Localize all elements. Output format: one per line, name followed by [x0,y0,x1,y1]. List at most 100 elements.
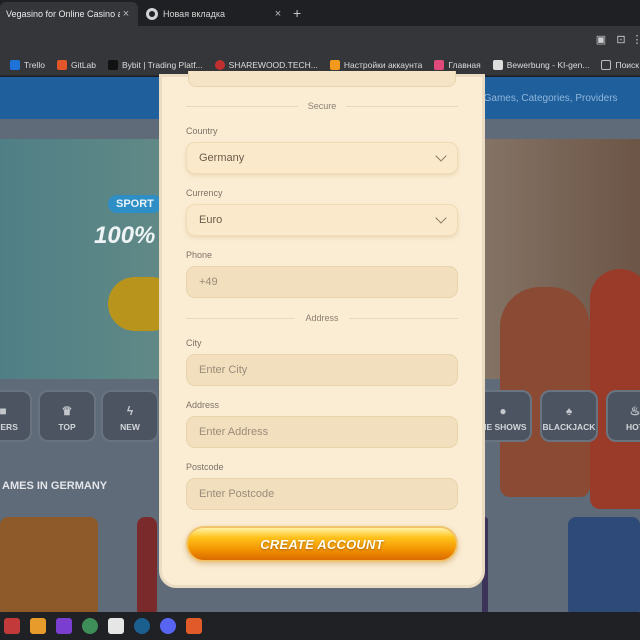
bewerbung-icon [492,59,503,70]
address-divider: Address [186,312,458,324]
phone-value: +49 [199,276,218,288]
category-label: NEW [120,422,140,432]
city-label: City [186,338,202,348]
category-label: ME SHOWS [479,422,527,432]
divider-label: Secure [307,101,337,111]
postcode-placeholder: Enter Postcode [199,488,275,500]
browser-tab-strip: Vegasino for Online Casino and × Новая в… [0,0,640,26]
hero-man-image [590,269,640,509]
menu-icon[interactable]: ⋮ [630,33,640,47]
hero-badge: SPORT [108,195,162,213]
translate-icon[interactable]: ▣ [594,33,608,47]
category-tile[interactable]: ♠ BLACKJACK [540,390,598,442]
registration-modal: Secure Country Germany Currency Euro Pho… [162,71,482,585]
folder-icon [601,59,612,70]
currency-select[interactable]: Euro [186,204,458,236]
phone-label: Phone [186,250,213,260]
bookmark-label: Поиск работы [615,59,640,70]
bookmark-label: Trello [24,59,45,70]
city-placeholder: Enter City [199,364,248,376]
tab-vegasino[interactable]: Vegasino for Online Casino and × [0,2,138,26]
bookmark-bybit[interactable]: Bybit | Trading Platf... [108,59,203,70]
sharewood-icon [214,59,225,70]
lightning-icon: ϟ [126,404,134,418]
previous-field[interactable] [188,71,456,87]
category-icon: ■ [0,404,7,418]
steam-icon[interactable] [134,618,150,634]
crown-icon: ♛ [61,404,73,418]
address-label: Address [186,400,220,410]
phone-input[interactable]: +49 [186,266,458,298]
discord-icon[interactable] [160,618,176,634]
category-label: BLACKJACK [542,422,596,432]
jetbrains-icon[interactable] [56,618,72,634]
category-label: NDERS [0,422,18,432]
app-icon[interactable] [4,618,20,634]
address-input[interactable]: Enter Address [186,416,458,448]
currency-label: Currency [186,188,223,198]
category-tile[interactable]: ϟ NEW [101,390,159,442]
category-tile[interactable]: ♛ TOP [38,390,96,442]
country-select[interactable]: Germany [186,142,458,174]
bookmark-label: GitLab [70,59,96,70]
account-icon [329,59,340,70]
secure-divider: Secure [186,100,458,112]
category-label: HOT [626,422,640,432]
gitlab-icon [56,59,67,70]
postcode-input[interactable]: Enter Postcode [186,478,458,510]
site-search[interactable]: ⌕ Games, Categories, Providers [472,87,632,109]
game-tile[interactable] [568,517,640,612]
currency-value: Euro [199,214,223,226]
chrome-icon[interactable] [82,618,98,634]
chevron-down-icon [435,150,447,162]
category-label: TOP [58,422,76,432]
bookmark-label: Главная [448,59,481,70]
hero-bonus-text: 100% [94,222,156,249]
country-label: Country [186,126,218,136]
bybit-icon [108,59,118,70]
chrome-icon [146,8,158,20]
screen-cast-icon[interactable]: ⊡ [614,33,628,47]
spade-icon: ♠ [565,404,573,418]
address-bar-row: ▣ ⊡ ⋮ [0,26,640,54]
category-tile[interactable]: ■ NDERS [0,390,32,442]
game-tile[interactable] [482,517,488,612]
address-placeholder: Enter Address [199,426,269,438]
tab-title: Новая вкладка [163,9,226,19]
bookmark-home[interactable]: Главная [434,59,481,70]
category-tile[interactable]: ● ME SHOWS [474,390,532,442]
bookmark-trello[interactable]: Trello [10,59,45,70]
bookmark-label: SHAREWOOD.TECH... [228,59,318,70]
city-input[interactable]: Enter City [186,354,458,386]
bookmark-account-settings[interactable]: Настройки аккаунта [329,59,423,70]
bookmark-job-search[interactable]: Поиск работы [601,59,640,70]
country-value: Germany [199,152,245,164]
category-tile[interactable]: ♨ HOT [606,390,640,442]
home-icon [434,59,445,70]
divider-label: Address [305,313,339,323]
game-tile[interactable] [137,517,157,612]
taskbar [0,612,640,640]
flame-icon: ♨ [629,404,640,418]
bookmark-label: Bybit | Trading Platf... [122,59,203,70]
site-search-placeholder: Games, Categories, Providers [483,92,618,104]
g-hub-icon[interactable] [108,618,124,634]
bookmark-gitlab[interactable]: GitLab [56,59,96,70]
bookmark-sharewood[interactable]: SHAREWOOD.TECH... [214,59,318,70]
tab-title: Vegasino for Online Casino and [6,9,120,19]
game-tile[interactable] [0,517,98,612]
trello-icon [10,59,20,70]
chevron-down-icon [435,212,447,224]
bookmark-label: Bewerbung - KI-gen... [506,59,590,70]
spark-icon[interactable] [186,618,202,634]
new-tab-button[interactable]: + [293,5,301,21]
sublime-icon[interactable] [30,618,46,634]
close-icon[interactable]: × [120,8,132,20]
create-account-button[interactable]: CREATE ACCOUNT [186,526,458,562]
bookmark-bewerbung[interactable]: Bewerbung - KI-gen... [492,59,590,70]
close-icon[interactable]: × [272,8,284,20]
section-title: AMES IN GERMANY [2,480,108,492]
bookmark-label: Настройки аккаунта [343,59,423,70]
postcode-label: Postcode [186,462,224,472]
tab-new-tab[interactable]: Новая вкладка × [140,2,290,26]
